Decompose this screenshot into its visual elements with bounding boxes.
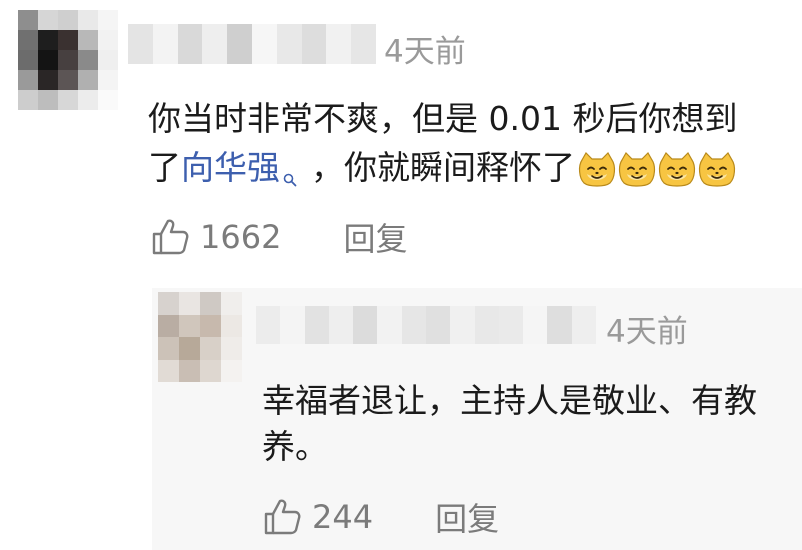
cat-face-emoji — [617, 151, 657, 188]
mosaic-pixel — [18, 70, 38, 90]
reply-timestamp: 4天前 — [606, 314, 688, 350]
reply-text-continued: 养。 — [262, 427, 328, 466]
mosaic-pixel — [38, 70, 58, 90]
mosaic-pixel — [158, 314, 179, 337]
mosaic-pixel — [78, 90, 98, 110]
mosaic-pixel — [179, 359, 200, 382]
mosaic-pixel — [256, 306, 281, 344]
mosaic-pixel — [98, 90, 118, 110]
mosaic-pixel — [251, 24, 277, 64]
comment-text-suffix: ，你就瞬间释怀了 — [311, 148, 575, 187]
mosaic-pixel — [78, 70, 98, 90]
mosaic-pixel — [450, 306, 475, 344]
thumbs-up-icon[interactable] — [150, 217, 190, 257]
timestamp: 4天前 — [384, 34, 466, 70]
mosaic-pixel — [152, 24, 178, 64]
reply-text: 幸福者退让，主持人是敬业、有教 — [262, 381, 757, 420]
cat-face-emoji — [657, 151, 697, 188]
mosaic-pixel — [301, 24, 327, 64]
mosaic-pixel — [276, 24, 302, 64]
mosaic-pixel — [202, 24, 228, 64]
cat-face-emoji — [577, 151, 617, 188]
mosaic-pixel — [38, 90, 58, 110]
mosaic-pixel — [58, 90, 78, 110]
mosaic-pixel — [98, 70, 118, 90]
mosaic-pixel — [18, 30, 38, 50]
mosaic-pixel — [98, 50, 118, 70]
mosaic-pixel — [498, 306, 524, 344]
mosaic-pixel — [98, 30, 118, 50]
hashtag-search-link[interactable]: 向华强 — [181, 148, 280, 187]
emoji-row — [577, 151, 737, 188]
mosaic-pixel — [304, 306, 329, 344]
mosaic-pixel — [78, 50, 98, 70]
thumbs-up-icon[interactable] — [262, 497, 302, 537]
reply-like-count: 244 — [312, 498, 374, 536]
reply-button[interactable]: 回复 — [435, 494, 499, 540]
cat-face-emoji — [697, 151, 737, 188]
mosaic-pixel — [351, 24, 376, 64]
mosaic-pixel — [38, 10, 58, 30]
mosaic-pixel — [78, 30, 98, 50]
reply-avatar[interactable] — [158, 292, 242, 382]
comment-text-prefix: 了 — [148, 148, 181, 187]
mosaic-pixel — [425, 306, 451, 344]
mosaic-pixel — [177, 24, 203, 64]
mosaic-pixel — [474, 306, 499, 344]
mosaic-pixel — [58, 50, 78, 70]
mosaic-pixel — [58, 30, 78, 50]
mosaic-pixel — [221, 314, 242, 337]
mosaic-pixel — [377, 306, 402, 344]
mosaic-pixel — [280, 306, 305, 344]
mosaic-pixel — [18, 90, 38, 110]
mosaic-pixel — [221, 359, 242, 382]
mosaic-pixel — [328, 306, 354, 344]
mosaic-pixel — [18, 10, 38, 30]
mosaic-pixel — [179, 314, 200, 337]
comment-text-continued: 了向华强 ，你就瞬间释怀了 — [148, 143, 737, 193]
mosaic-pixel — [98, 10, 118, 30]
mosaic-pixel — [78, 10, 98, 30]
mosaic-pixel — [18, 50, 38, 70]
mosaic-pixel — [158, 292, 179, 315]
comment-actions: 1662 回复 — [150, 214, 407, 260]
search-icon[interactable] — [283, 151, 297, 187]
mosaic-pixel — [221, 337, 242, 360]
reply-button[interactable]: 回复 — [343, 214, 407, 260]
mosaic-pixel — [200, 337, 221, 360]
mosaic-pixel — [547, 306, 572, 344]
mosaic-pixel — [179, 337, 200, 360]
comment-text: 你当时非常不爽，但是 0.01 秒后你想到 — [148, 99, 738, 138]
reply-username-blurred[interactable] — [256, 306, 596, 344]
mosaic-pixel — [227, 24, 252, 64]
mosaic-pixel — [158, 359, 179, 382]
mosaic-pixel — [38, 50, 58, 70]
like-count: 1662 — [200, 218, 282, 256]
mosaic-pixel — [179, 292, 200, 315]
mosaic-pixel — [401, 306, 426, 344]
mosaic-pixel — [221, 292, 242, 315]
mosaic-pixel — [571, 306, 596, 344]
mosaic-pixel — [58, 10, 78, 30]
mosaic-pixel — [353, 306, 378, 344]
reply-actions: 244 回复 — [262, 494, 499, 540]
mosaic-pixel — [200, 292, 221, 315]
mosaic-pixel — [128, 24, 153, 64]
mosaic-pixel — [200, 359, 221, 382]
mosaic-pixel — [523, 306, 548, 344]
mosaic-pixel — [326, 24, 352, 64]
username-blurred[interactable] — [128, 24, 376, 64]
avatar[interactable] — [18, 10, 118, 110]
mosaic-pixel — [58, 70, 78, 90]
mosaic-pixel — [38, 30, 58, 50]
mosaic-pixel — [200, 314, 221, 337]
mosaic-pixel — [158, 337, 179, 360]
